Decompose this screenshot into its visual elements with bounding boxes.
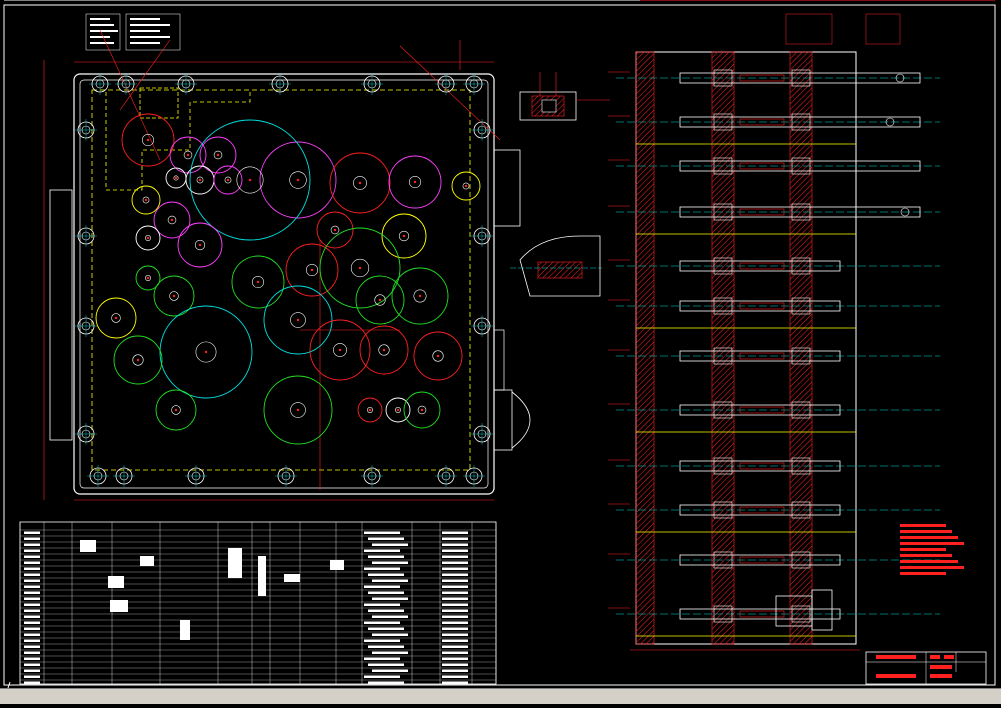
status-bar [0,688,1001,704]
drawing-frame [3,0,996,686]
housing-view[interactable] [43,29,531,501]
cad-drawing-canvas[interactable] [0,0,1001,703]
title-block[interactable] [865,651,987,685]
top-right-labels [640,0,995,45]
technical-notes [900,524,964,575]
top-note-blocks [85,13,181,51]
shaft-section-view[interactable] [608,51,940,651]
detail-section-upper[interactable] [519,72,610,121]
detail-section-lower[interactable] [510,235,602,297]
status-text [0,696,4,707]
parts-table[interactable] [19,521,497,685]
